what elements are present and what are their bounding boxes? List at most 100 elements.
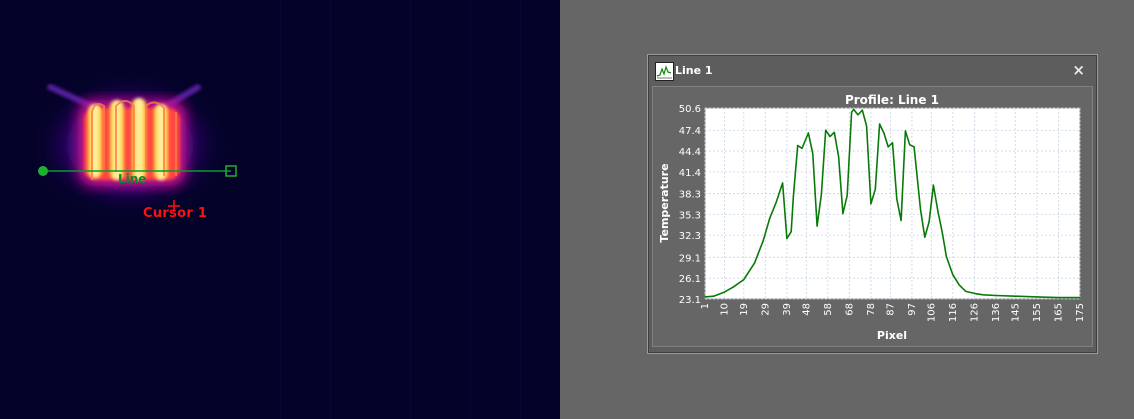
series-point xyxy=(866,125,868,127)
series-point xyxy=(887,146,889,148)
y-axis-label: Temperature xyxy=(658,163,671,242)
series-point xyxy=(1079,297,1081,299)
series-point xyxy=(982,294,984,296)
x-tick-label: 78 xyxy=(866,303,877,316)
y-tick-label: 32.3 xyxy=(679,231,701,242)
profile-window[interactable]: Line 1 × Profile: Line 1 23.1 26.1 29.1 32.… xyxy=(647,54,1098,354)
x-tick-label: 1 xyxy=(700,303,711,309)
y-tick-label: 44.4 xyxy=(679,147,701,158)
series-point xyxy=(900,219,902,222)
x-tick-label: 68 xyxy=(844,303,855,316)
series-point xyxy=(833,131,835,133)
series-point xyxy=(952,274,954,276)
series-point xyxy=(857,114,859,116)
x-axis: 1 10 19 29 39 48 58 68 78 87 97 106 116 126 136 145 155 1… xyxy=(700,303,1086,322)
series-point xyxy=(1036,296,1038,298)
x-tick-label: 39 xyxy=(782,303,793,316)
series-point xyxy=(790,231,792,233)
series-point xyxy=(924,236,926,238)
y-axis: 23.1 26.1 29.1 32.3 35.3 38.3 41.4 44.4 47.4 50.6 xyxy=(679,104,701,306)
y-tick-label: 23.1 xyxy=(679,295,701,306)
series-point xyxy=(713,295,715,297)
line-start-handle[interactable] xyxy=(38,166,48,176)
series-point xyxy=(816,225,818,227)
x-tick-label: 97 xyxy=(907,303,918,316)
series-point xyxy=(937,210,939,212)
series-point xyxy=(807,132,809,134)
series-point xyxy=(1014,295,1016,297)
series-point xyxy=(870,203,872,205)
x-tick-label: 116 xyxy=(948,303,959,322)
x-tick-label: 175 xyxy=(1075,303,1086,322)
x-tick-label: 29 xyxy=(760,303,771,316)
x-tick-label: 126 xyxy=(969,303,980,322)
x-tick-label: 165 xyxy=(1053,303,1064,322)
series-point xyxy=(723,291,725,293)
profile-chart: Profile: Line 1 23.1 26.1 29.1 32.3 35.3 38.3… xyxy=(658,93,1086,342)
y-tick-label: 26.1 xyxy=(679,274,701,285)
series-point xyxy=(825,129,827,131)
series-point xyxy=(896,198,898,200)
series-point xyxy=(842,213,844,215)
series-point xyxy=(792,195,794,197)
series-point xyxy=(743,279,745,281)
x-tick-label: 10 xyxy=(719,303,730,316)
chart-icon xyxy=(655,62,674,81)
series-point xyxy=(846,194,848,197)
series-point xyxy=(704,296,706,298)
x-tick-label: 145 xyxy=(1010,303,1021,322)
series-point xyxy=(775,201,777,204)
x-axis-label: Pixel xyxy=(877,329,907,342)
series-point xyxy=(769,217,771,219)
thermal-heatmap xyxy=(0,0,560,419)
series-point xyxy=(958,284,960,286)
series-point xyxy=(883,132,885,134)
cursor-label: Cursor 1 xyxy=(143,206,208,221)
y-tick-label: 38.3 xyxy=(679,189,701,200)
y-tick-label: 50.6 xyxy=(679,104,701,115)
series-point xyxy=(909,144,911,146)
series-point xyxy=(941,231,943,233)
line-overlay-label: Line xyxy=(118,172,147,186)
series-point xyxy=(812,153,814,155)
series-point xyxy=(995,294,997,297)
chart-title: Profile: Line 1 xyxy=(845,93,939,107)
series-point xyxy=(754,262,756,264)
thermal-image-view[interactable]: Line Cursor 1 xyxy=(0,0,560,419)
series-point xyxy=(913,146,915,148)
series-point xyxy=(861,109,863,111)
series-point xyxy=(801,147,803,149)
y-tick-label: 41.4 xyxy=(679,168,701,179)
series-point xyxy=(782,182,784,184)
chart-panel: Profile: Line 1 23.1 26.1 29.1 32.3 35.3 38.3… xyxy=(652,86,1093,347)
x-tick-label: 19 xyxy=(739,303,750,316)
x-tick-label: 58 xyxy=(823,303,834,316)
y-tick-label: 47.4 xyxy=(679,126,701,137)
series-point xyxy=(879,123,881,125)
series-point xyxy=(853,108,855,110)
series-point xyxy=(786,238,788,240)
window-title: Line 1 xyxy=(675,64,713,77)
series-point xyxy=(874,188,876,190)
window-titlebar[interactable]: Line 1 × xyxy=(652,59,1093,85)
series-point xyxy=(891,142,894,144)
x-tick-label: 155 xyxy=(1032,303,1043,322)
series-point xyxy=(928,221,930,223)
series-point xyxy=(904,130,906,132)
y-tick-label: 29.1 xyxy=(679,253,701,264)
y-tick-label: 35.3 xyxy=(679,210,701,221)
series-point xyxy=(851,111,853,113)
x-tick-label: 87 xyxy=(885,303,896,316)
close-button[interactable]: × xyxy=(1072,61,1085,79)
series-point xyxy=(797,144,799,147)
series-point xyxy=(945,256,947,258)
series-point xyxy=(762,240,764,242)
plot-area xyxy=(704,107,1081,300)
series-point xyxy=(919,208,922,210)
series-point xyxy=(965,290,967,292)
series-point xyxy=(732,286,734,288)
series-point xyxy=(932,184,934,186)
series-point xyxy=(973,292,975,294)
x-tick-label: 48 xyxy=(801,303,812,316)
series-point xyxy=(829,135,831,138)
